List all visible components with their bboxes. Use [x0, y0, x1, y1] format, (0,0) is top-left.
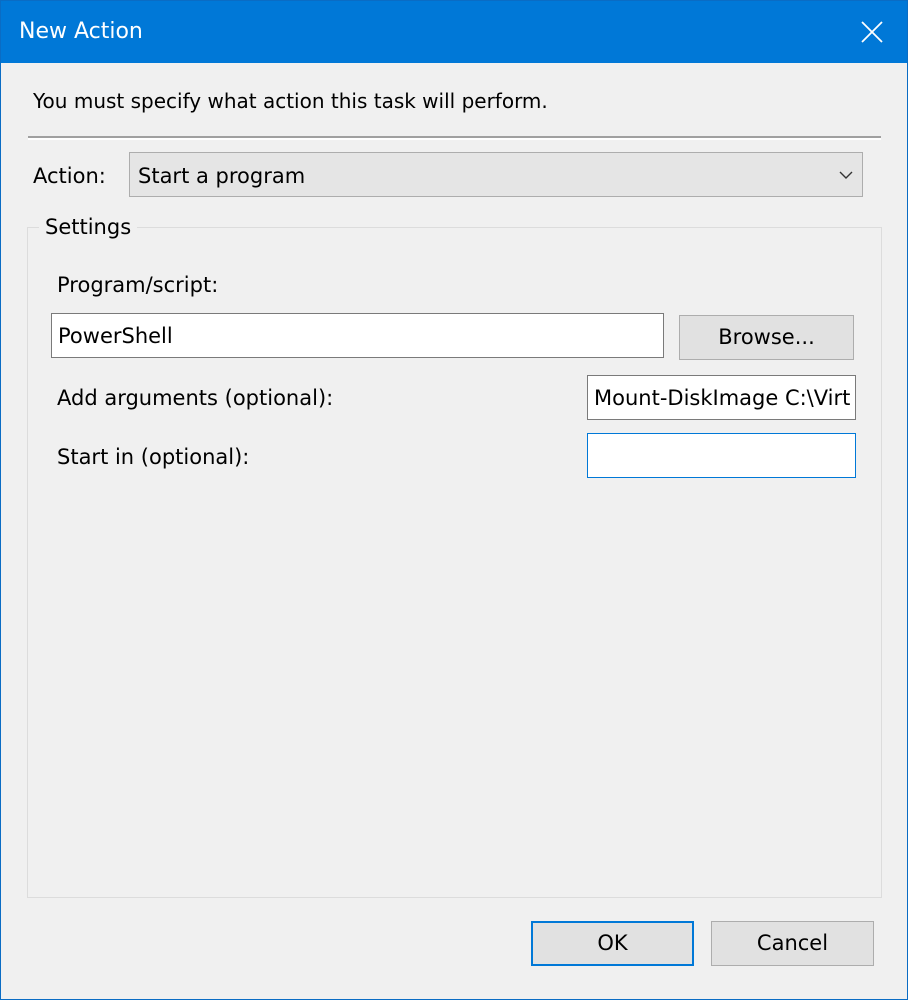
- program-script-input[interactable]: PowerShell: [51, 313, 664, 358]
- add-arguments-value: Mount-DiskImage C:\Virt: [594, 386, 851, 410]
- cancel-button[interactable]: Cancel: [711, 921, 874, 966]
- chevron-down-icon: [839, 171, 853, 179]
- new-action-dialog: New Action You must specify what action …: [0, 0, 908, 1000]
- close-icon: [861, 21, 883, 43]
- action-dropdown-value: Start a program: [138, 164, 306, 188]
- action-dropdown[interactable]: Start a program: [129, 152, 863, 197]
- title-bar[interactable]: New Action: [1, 1, 907, 63]
- start-in-input[interactable]: [587, 433, 856, 478]
- close-button[interactable]: [837, 1, 907, 63]
- add-arguments-label: Add arguments (optional):: [57, 386, 334, 410]
- program-script-value: PowerShell: [58, 324, 173, 348]
- header-separator: [28, 136, 881, 140]
- ok-button[interactable]: OK: [531, 921, 694, 966]
- start-in-label: Start in (optional):: [57, 445, 250, 469]
- dialog-title: New Action: [19, 19, 143, 44]
- settings-legend: Settings: [39, 215, 138, 239]
- add-arguments-input[interactable]: Mount-DiskImage C:\Virt: [587, 375, 856, 420]
- program-script-label: Program/script:: [57, 273, 219, 297]
- action-label: Action:: [33, 164, 106, 188]
- instruction-text: You must specify what action this task w…: [33, 89, 548, 113]
- browse-button[interactable]: Browse...: [679, 315, 854, 360]
